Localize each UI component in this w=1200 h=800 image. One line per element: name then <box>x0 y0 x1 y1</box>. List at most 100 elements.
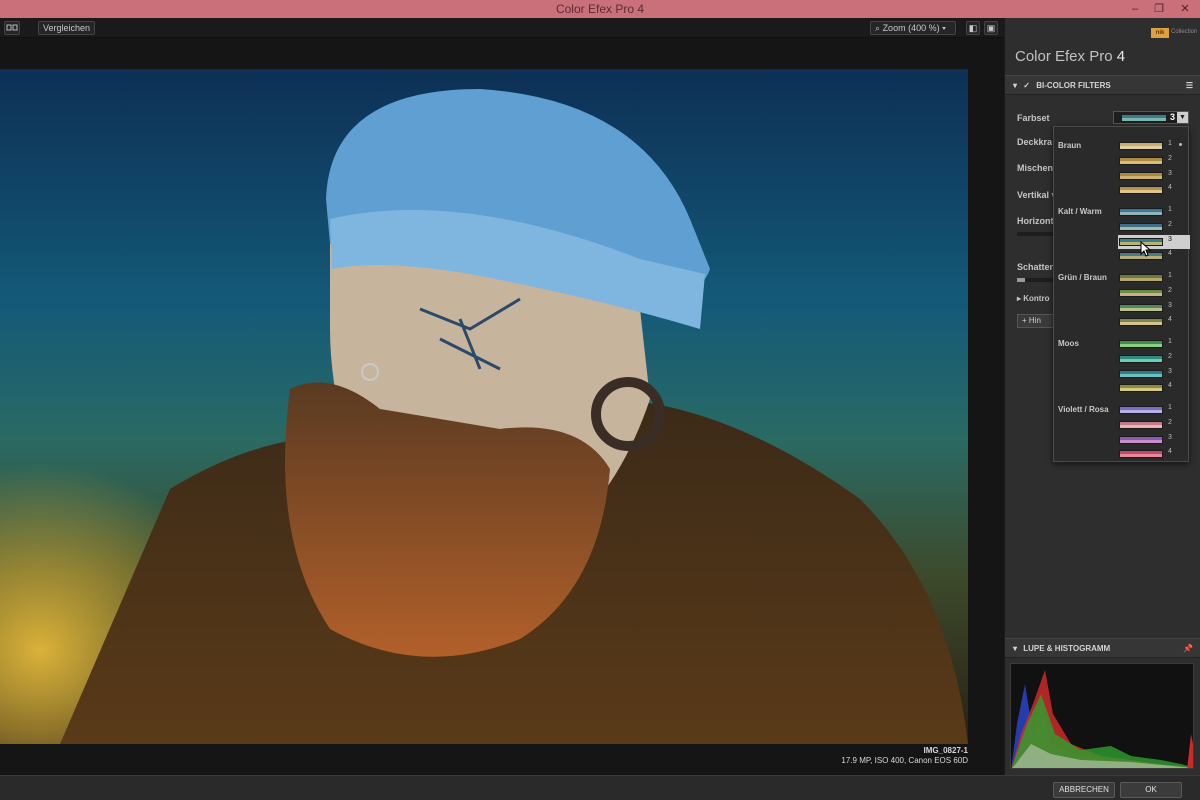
option-number: 2 <box>1168 352 1172 360</box>
vertikal-label: Vertikal v <box>1017 190 1057 200</box>
split-view-icon[interactable] <box>4 21 20 35</box>
title-bar: Color Efex Pro 4 – ❐ ✕ <box>0 0 1200 18</box>
option-number: 2 <box>1168 220 1172 228</box>
schatten-label: Schatten <box>1017 262 1056 272</box>
farbset-option[interactable]: 1 <box>1118 139 1190 153</box>
window-title: Color Efex Pro 4 <box>555 2 645 16</box>
horizont-label: Horizont <box>1017 216 1054 226</box>
image-info: IMG_0827-1 17.9 MP, ISO 400, Canon EOS 6… <box>841 746 968 766</box>
app-version: 4 <box>1116 48 1126 65</box>
option-number: 3 <box>1168 235 1172 243</box>
farbset-option[interactable]: 3 <box>1118 367 1190 381</box>
option-number: 2 <box>1168 154 1172 162</box>
farbset-option[interactable]: 3 <box>1118 169 1190 183</box>
minimize-button[interactable]: – <box>1122 0 1148 18</box>
scroll-indicator-icon <box>1179 143 1182 146</box>
farbset-option[interactable]: 4 <box>1118 447 1190 461</box>
option-number: 1 <box>1168 140 1172 147</box>
farbset-option[interactable]: 1 <box>1118 403 1190 417</box>
farbset-option[interactable]: 2 <box>1118 352 1190 366</box>
option-number: 3 <box>1168 169 1172 177</box>
color-swatch <box>1119 384 1163 393</box>
farbset-option[interactable]: 4 <box>1118 381 1190 395</box>
option-number: 1 <box>1168 206 1172 213</box>
mischen-label: Mischen <box>1017 163 1054 173</box>
farbset-dropdown[interactable]: Braun 1 2 3 4 Kalt / Warm 1 2 3 4 Grün / Braun 1 2 3 4… <box>1053 126 1190 462</box>
zoom-icon: ⌕ <box>875 23 881 33</box>
menu-icon[interactable]: ☰ <box>1186 76 1193 95</box>
option-number: 3 <box>1168 433 1172 441</box>
farbset-option[interactable]: 3 <box>1118 433 1190 447</box>
loupe-section-header[interactable]: ▾ LUPE & HISTOGRAMM 📌 <box>1005 638 1200 658</box>
farbset-select[interactable]: 3 ▼ <box>1113 111 1189 124</box>
farbset-option[interactable]: 1 <box>1118 337 1190 351</box>
fullscreen-icon[interactable]: ▣ <box>984 21 998 35</box>
chevron-down-icon[interactable]: ▼ <box>1177 112 1188 123</box>
plus-icon: + <box>1022 316 1027 325</box>
farbset-option[interactable]: 2 <box>1118 418 1190 432</box>
option-number: 3 <box>1168 367 1172 375</box>
option-number: 3 <box>1168 301 1172 309</box>
preview-toolbar: Vergleichen ⌕ Zoom (400 %) ▾ ◧ ▣ <box>0 18 1004 38</box>
zoom-label: Zoom (400 %) <box>882 23 940 33</box>
color-swatch <box>1119 156 1163 165</box>
chevron-down-icon: ▾ <box>942 23 946 33</box>
option-number: 1 <box>1168 338 1172 345</box>
pin-icon[interactable]: 📌 <box>1183 639 1193 658</box>
slider-handle[interactable] <box>1017 278 1025 282</box>
option-number: 4 <box>1168 382 1172 390</box>
color-swatch <box>1119 208 1163 216</box>
close-button[interactable]: ✕ <box>1172 0 1198 18</box>
background-toggle-icon[interactable]: ◧ <box>966 21 980 35</box>
chevron-down-icon[interactable]: ▾ <box>1013 644 1017 653</box>
color-swatch <box>1119 450 1163 459</box>
color-swatch <box>1119 288 1163 297</box>
filter-section-header[interactable]: ▾ ✓ BI-COLOR FILTERS ☰ <box>1005 75 1200 95</box>
horizont-slider[interactable] <box>1017 232 1057 236</box>
maximize-button[interactable]: ❐ <box>1146 0 1172 18</box>
deckkraft-label: Deckkra <box>1017 137 1053 147</box>
ok-button[interactable]: OK <box>1120 782 1182 798</box>
bottom-bar: ABBRECHEN OK <box>0 775 1200 800</box>
photo-preview[interactable] <box>0 69 968 744</box>
zoom-select[interactable]: ⌕ Zoom (400 %) ▾ <box>870 21 956 35</box>
farbset-option[interactable]: 1 <box>1118 205 1190 219</box>
color-swatch <box>1119 406 1163 414</box>
color-swatch <box>1119 340 1163 348</box>
option-number: 4 <box>1168 316 1172 324</box>
histogram <box>1010 663 1194 769</box>
app-name: Color Efex Pro <box>1015 48 1113 65</box>
filter-section-title: BI-COLOR FILTERS <box>1036 81 1111 90</box>
farbset-option[interactable]: 2 <box>1118 154 1190 168</box>
schatten-slider[interactable] <box>1017 278 1057 282</box>
farbset-option[interactable]: 3 <box>1118 301 1190 315</box>
farbset-option[interactable]: 4 <box>1118 249 1190 263</box>
farbset-option[interactable]: 2 <box>1118 286 1190 300</box>
image-name: IMG_0827-1 <box>923 746 968 755</box>
nik-logo: nik <box>1151 28 1169 38</box>
farbset-option[interactable]: 1 <box>1118 271 1190 285</box>
color-swatch <box>1119 318 1163 327</box>
loupe-section-title: LUPE & HISTOGRAMM <box>1023 644 1111 653</box>
option-number: 2 <box>1168 418 1172 426</box>
farbset-option[interactable]: 3 <box>1118 234 1190 249</box>
farbset-option[interactable]: 4 <box>1118 315 1190 329</box>
cancel-button[interactable]: ABBRECHEN <box>1053 782 1115 798</box>
chevron-right-icon[interactable]: ▸ <box>1017 294 1021 303</box>
compare-button[interactable]: Vergleichen <box>38 21 96 35</box>
dropdown-group-label: Grün / Braun <box>1058 273 1107 282</box>
preview-canvas[interactable]: IMG_0827-1 17.9 MP, ISO 400, Canon EOS 6… <box>0 38 1004 775</box>
chevron-down-icon[interactable]: ▾ <box>1013 81 1017 90</box>
farbset-option[interactable]: 4 <box>1118 183 1190 197</box>
nik-collection-label: Collection <box>1171 29 1198 35</box>
color-swatch <box>1119 420 1163 429</box>
farbset-label: Farbset <box>1017 113 1050 123</box>
kontrollpunkte-row[interactable]: ▸ Kontro <box>1017 294 1049 303</box>
option-number: 4 <box>1168 184 1172 192</box>
farbset-option[interactable]: 2 <box>1118 220 1190 234</box>
color-swatch <box>1119 354 1163 363</box>
checkmark-icon[interactable]: ✓ <box>1023 81 1030 90</box>
color-swatch <box>1119 274 1163 282</box>
color-swatch <box>1119 369 1163 378</box>
mouse-cursor-icon <box>1140 241 1152 257</box>
